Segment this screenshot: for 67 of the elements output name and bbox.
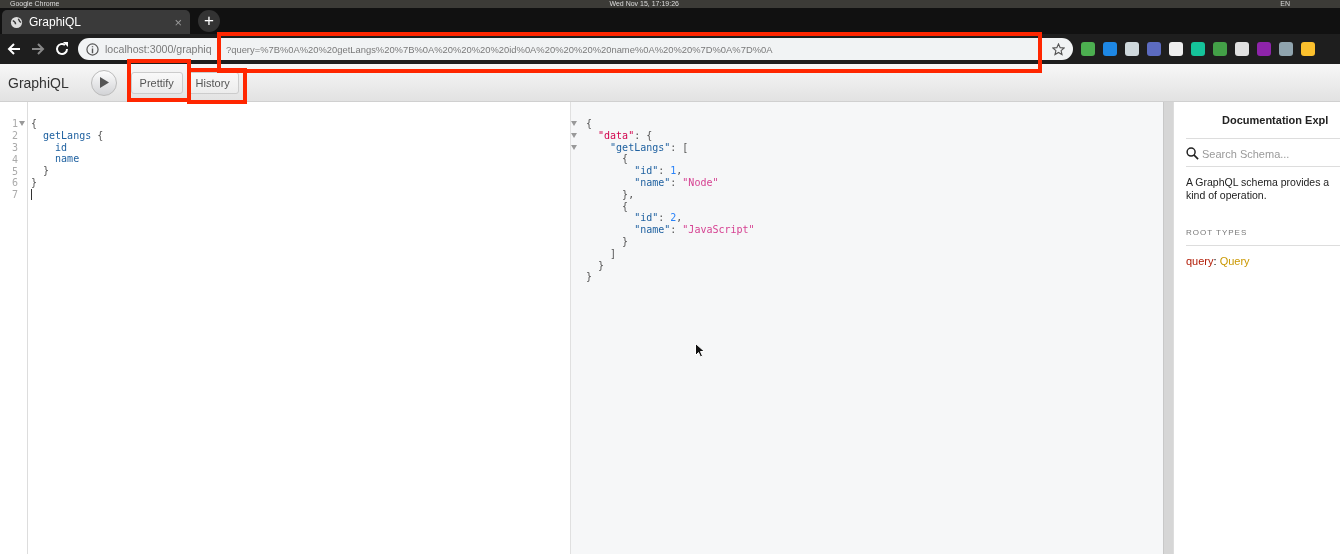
fold-icon[interactable]: [571, 133, 577, 139]
extension-icon[interactable]: [1125, 42, 1139, 56]
url-text: ?query=%7B%0A%20%20getLangs%20%7B%0A%20%20%20%20id%0A%20%20%20%20name%0A%20%20%7D%0A%7D%0A: [226, 43, 774, 55]
code-line: {: [621, 153, 630, 166]
extension-icon[interactable]: [1081, 42, 1095, 56]
section-heading: ROOT TYPES: [1186, 228, 1340, 246]
code-line: {: [31, 118, 39, 130]
tab-title: GraphiQL: [29, 15, 83, 29]
code-line: "data": {: [597, 129, 654, 142]
play-icon: [98, 77, 109, 88]
line-number: 7: [11, 189, 18, 201]
extension-icon[interactable]: [1213, 42, 1227, 56]
extension-icon[interactable]: [1235, 42, 1249, 56]
code-line: getLangs {: [42, 129, 104, 142]
line-number: 4: [11, 153, 18, 165]
extension-icon[interactable]: [1191, 42, 1205, 56]
run-button[interactable]: [90, 69, 117, 96]
toolbar-button[interactable]: Prettify: [130, 71, 183, 94]
code-line: {: [586, 118, 594, 130]
code-line: "name": "Node": [633, 177, 720, 189]
code-line: }: [621, 235, 630, 248]
extension-icon[interactable]: [1257, 42, 1271, 56]
forward-icon[interactable]: [30, 41, 46, 57]
extension-icon[interactable]: [1279, 42, 1293, 56]
fold-icon[interactable]: [19, 121, 25, 127]
extension-icon[interactable]: [1103, 42, 1117, 56]
url-text: localhost:3000/graphiq: [105, 43, 213, 55]
code-line: }: [42, 165, 51, 177]
scrollbar[interactable]: [1163, 102, 1173, 554]
highlight-frame: [127, 59, 191, 102]
code-line: }: [597, 259, 606, 272]
back-icon[interactable]: [6, 41, 22, 57]
search-icon: [1186, 147, 1199, 160]
root-type-link[interactable]: query: Query: [1186, 255, 1340, 267]
address-bar[interactable]: localhost:3000/graphiq ?query=%7B%0A%20%20getLangs%20%7B%0A%20%20%20%20id%0A%20%20%20%20name%0A%20%20%7D%0A%7D%0A: [78, 38, 1073, 60]
extension-icon[interactable]: [1301, 42, 1315, 56]
code-line: "getLangs": [: [609, 141, 690, 154]
mouse-pointer-icon: [695, 343, 705, 358]
code-line: "id": 2,: [633, 212, 684, 225]
code-line: id: [54, 141, 69, 154]
fold-icon[interactable]: [571, 121, 577, 127]
code-line: "name": "JavaScript": [633, 224, 755, 236]
extension-icon[interactable]: [1169, 42, 1183, 56]
line-number: 5: [11, 165, 18, 177]
fold-icon[interactable]: [571, 145, 577, 150]
code-line: "id": 1,: [633, 165, 684, 177]
info-icon[interactable]: [86, 42, 99, 56]
globe-icon: [10, 15, 23, 29]
line-number: 6: [11, 177, 18, 189]
app-title: GraphiQL: [8, 74, 69, 91]
line-number: 1: [11, 118, 18, 130]
line-number: 2: [11, 130, 18, 142]
panel-title: Documentation Expl: [1186, 102, 1340, 139]
reload-icon[interactable]: [54, 41, 70, 57]
code-line: ]: [609, 247, 618, 260]
code-line: name: [54, 153, 81, 166]
description-text: A GraphQL schema provides a kind of operation.: [1186, 176, 1331, 202]
code-line: },: [621, 188, 636, 201]
code-line: }: [586, 271, 594, 284]
star-icon[interactable]: [1052, 42, 1065, 56]
new-tab-button[interactable]: +: [198, 10, 220, 32]
browser-tab[interactable]: GraphiQL ×: [2, 10, 190, 34]
line-number: 3: [11, 142, 18, 153]
extension-icon[interactable]: [1147, 42, 1161, 56]
close-icon[interactable]: ×: [174, 14, 182, 30]
code-line: {: [621, 200, 630, 213]
code-line: }: [31, 177, 39, 189]
